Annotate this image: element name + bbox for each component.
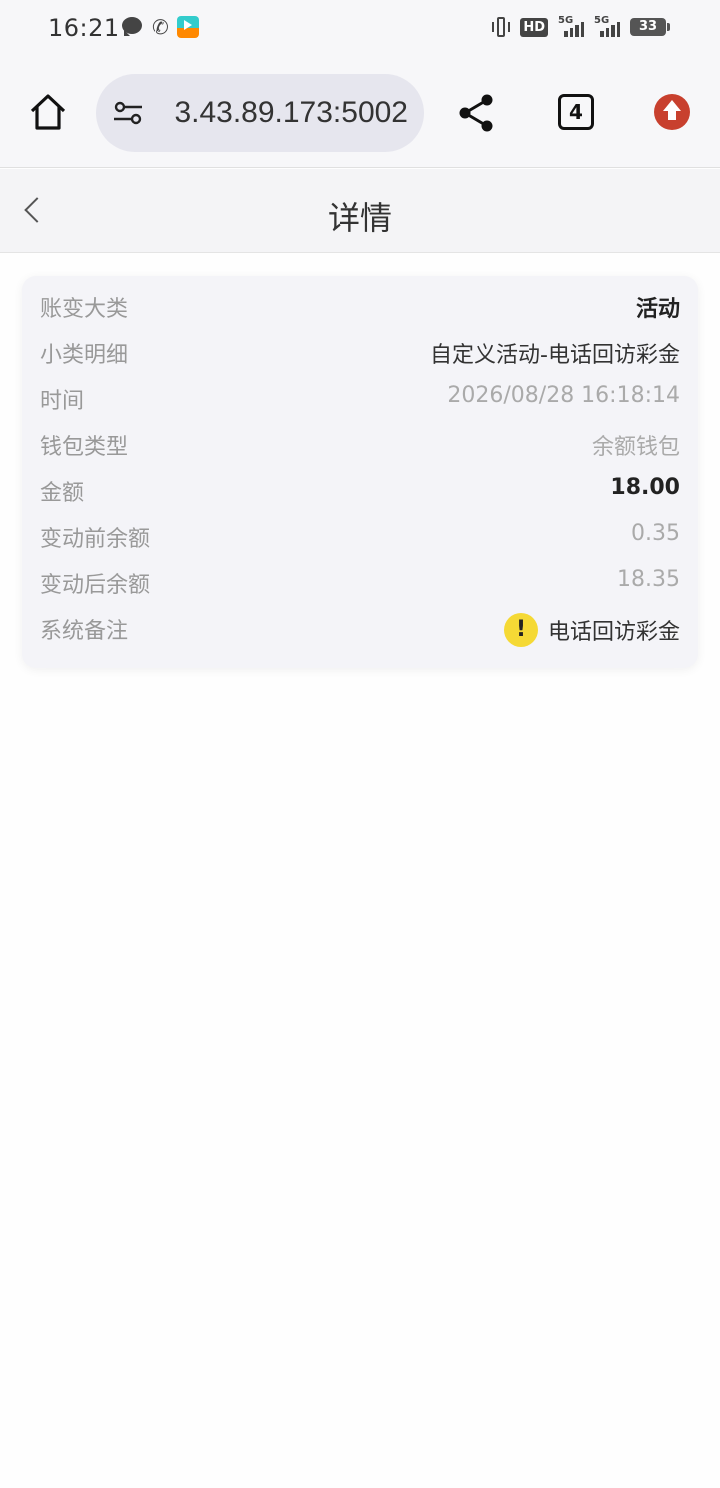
signal-5g-icon: 5G xyxy=(558,15,584,37)
detail-value: 自定义活动-电话回访彩金 xyxy=(430,343,680,368)
detail-row-subcategory: 小类明细 自定义活动-电话回访彩金 xyxy=(40,331,680,371)
hd-icon: HD xyxy=(520,17,548,37)
detail-label: 时间 xyxy=(40,389,85,414)
detail-label: 小类明细 xyxy=(40,343,129,368)
detail-label: 变动后余额 xyxy=(40,573,151,598)
detail-row-balance-after: 变动后余额 18.35 xyxy=(40,561,680,601)
update-button[interactable] xyxy=(654,94,690,130)
detail-value: ! 电话回访彩金 xyxy=(503,613,680,647)
detail-row-amount: 金额 18.00 xyxy=(40,469,680,509)
detail-value: 余额钱包 xyxy=(591,435,680,460)
home-button[interactable] xyxy=(28,92,68,132)
tabs-button[interactable]: 4 xyxy=(558,94,594,130)
detail-row-wallet-type: 钱包类型 余额钱包 xyxy=(40,423,680,463)
page-title: 详情 xyxy=(327,199,392,237)
detail-row-balance-before: 变动前余额 0.35 xyxy=(40,515,680,555)
missed-call-icon: ✆ xyxy=(152,15,169,39)
status-bar: 16:21 ✆ HD 5G 5G 33 xyxy=(0,0,720,58)
signal-5g-icon: 5G xyxy=(594,15,620,37)
share-button[interactable] xyxy=(456,92,496,134)
detail-value: 18.35 xyxy=(617,567,680,592)
signal-label: 5G xyxy=(558,15,574,26)
detail-label: 系统备注 xyxy=(40,619,129,644)
chat-icon xyxy=(122,17,144,37)
site-settings-icon[interactable] xyxy=(112,101,144,125)
url-text[interactable]: 3.43.89.173:5002 xyxy=(174,96,408,130)
remark-text: 电话回访彩金 xyxy=(547,620,680,645)
detail-row-remark: 系统备注 ! 电话回访彩金 xyxy=(40,607,680,653)
detail-value: 2026/08/28 16:18:14 xyxy=(447,383,680,408)
detail-label: 变动前余额 xyxy=(40,527,151,552)
battery-icon: 33 xyxy=(630,18,670,36)
detail-label: 钱包类型 xyxy=(40,435,129,460)
home-icon xyxy=(30,94,66,130)
share-icon xyxy=(459,94,493,132)
detail-value: 0.35 xyxy=(631,521,680,546)
status-time: 16:21 xyxy=(48,14,120,42)
warning-icon: ! xyxy=(503,613,538,647)
detail-label: 金额 xyxy=(40,481,85,506)
detail-value: 18.00 xyxy=(610,475,680,500)
detail-value: 活动 xyxy=(635,297,680,322)
notification-icons: ✆ xyxy=(122,16,199,38)
page-header: 详情 xyxy=(0,169,720,253)
address-bar[interactable]: 3.43.89.173:5002 xyxy=(96,74,424,152)
detail-label: 账变大类 xyxy=(40,297,129,322)
vibrate-icon xyxy=(492,16,511,38)
detail-row-time: 时间 2026/08/28 16:18:14 xyxy=(40,377,680,417)
detail-card: 账变大类 活动 小类明细 自定义活动-电话回访彩金 时间 2026/08/28 … xyxy=(22,276,698,668)
signal-label: 5G xyxy=(594,15,610,26)
browser-toolbar: 3.43.89.173:5002 4 xyxy=(0,58,720,168)
system-indicators: HD 5G 5G 33 xyxy=(492,15,670,38)
detail-row-category: 账变大类 活动 xyxy=(40,285,680,325)
video-app-icon xyxy=(176,16,199,38)
